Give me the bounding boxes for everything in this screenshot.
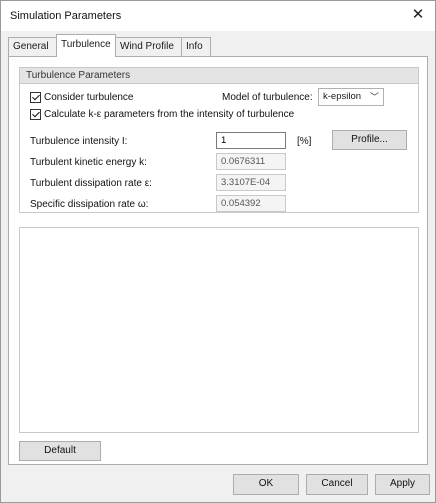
profile-button[interactable]: Profile... <box>332 130 407 150</box>
close-icon[interactable]: ✕ <box>409 6 427 24</box>
consider-turbulence-label: Consider turbulence <box>44 92 134 103</box>
calculate-params-checkbox[interactable] <box>30 109 41 120</box>
intensity-label: Turbulence intensity I: <box>30 136 128 147</box>
intensity-input[interactable]: 1 <box>216 132 286 149</box>
dissipation-rate-field: 3.3107E-04 <box>216 174 286 191</box>
title-bar: Simulation Parameters ✕ <box>1 1 435 31</box>
tab-turbulence[interactable]: Turbulence <box>56 34 116 57</box>
empty-content-area <box>19 227 419 433</box>
specific-dissipation-label: Specific dissipation rate ω: <box>30 199 149 210</box>
simulation-parameters-dialog: Simulation Parameters ✕ General Turbulen… <box>0 0 436 503</box>
group-title: Turbulence Parameters <box>20 68 418 84</box>
tab-panel-turbulence: Turbulence Parameters Consider turbulenc… <box>8 56 428 465</box>
model-select[interactable]: k-epsilon ﹀ <box>318 88 384 106</box>
chevron-down-icon: ﹀ <box>369 92 379 102</box>
consider-turbulence-checkbox[interactable] <box>30 92 41 103</box>
turbulence-parameters-group: Turbulence Parameters Consider turbulenc… <box>19 67 419 213</box>
ok-button[interactable]: OK <box>233 474 299 495</box>
kinetic-energy-field: 0.0676311 <box>216 153 286 170</box>
tab-wind-profile[interactable]: Wind Profile <box>115 37 182 56</box>
model-select-value: k-epsilon <box>323 91 362 102</box>
intensity-unit: [%] <box>297 136 312 147</box>
kinetic-energy-label: Turbulent kinetic energy k: <box>30 157 147 168</box>
apply-button[interactable]: Apply <box>375 474 430 495</box>
cancel-button[interactable]: Cancel <box>306 474 368 495</box>
dissipation-rate-label: Turbulent dissipation rate ε: <box>30 178 152 189</box>
default-button[interactable]: Default <box>19 441 101 461</box>
tab-general[interactable]: General <box>8 37 57 56</box>
specific-dissipation-field: 0.054392 <box>216 195 286 212</box>
tab-info[interactable]: Info <box>181 37 211 56</box>
calculate-params-label: Calculate k-ε parameters from the intens… <box>44 109 295 120</box>
window-title: Simulation Parameters <box>10 10 122 22</box>
model-label: Model of turbulence: <box>222 92 313 103</box>
